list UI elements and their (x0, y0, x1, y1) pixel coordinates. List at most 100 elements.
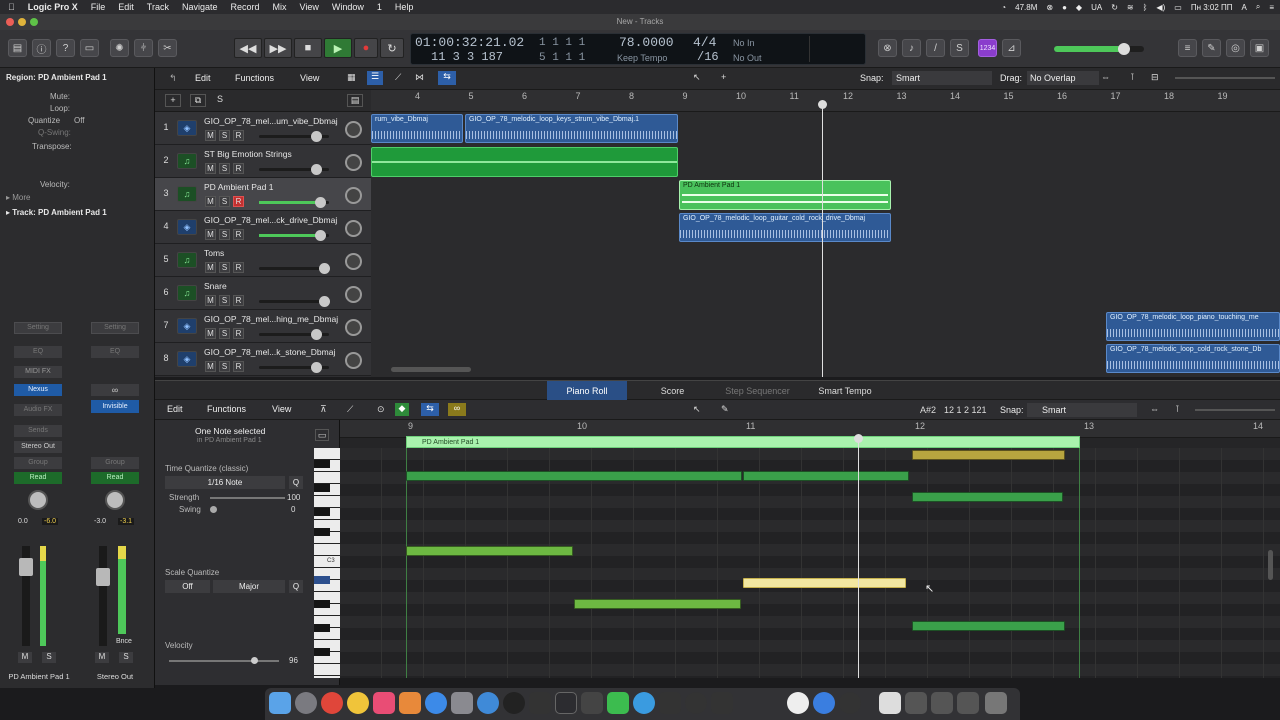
pr-snap-select[interactable]: Smart (1027, 403, 1137, 417)
inspector-icon[interactable]: ⓘ (32, 39, 51, 57)
window-thumb-2-icon[interactable] (957, 692, 979, 714)
ch1-output-button[interactable]: Stereo Out (14, 441, 62, 453)
ch1-group-button[interactable]: Group (14, 457, 62, 469)
ilok-icon[interactable] (581, 692, 603, 714)
track-row[interactable]: 7 ◈ GIO_OP_78_mel...hing_me_Dbmaj M S R (155, 310, 371, 343)
pr-automation-icon[interactable]: ⟋ (347, 404, 353, 415)
midi-note[interactable] (406, 471, 742, 481)
clock-label[interactable]: Пн 3:02 ПП (1191, 3, 1233, 12)
arrange-area[interactable]: 4 5 6 7 8 9 10 11 12 13 14 15 16 17 18 19 rum_vibe_Dbma… (371, 90, 1280, 377)
trash-icon[interactable] (985, 692, 1007, 714)
pr-vertical-zoom-icon[interactable]: ⊺ (1175, 404, 1180, 415)
track-pan-knob[interactable] (345, 253, 362, 270)
track-name[interactable]: Toms (204, 248, 224, 258)
track-solo-button[interactable]: S (219, 163, 230, 174)
ch1-setting-button[interactable]: Setting (14, 322, 62, 334)
track-volume-slider[interactable] (259, 296, 330, 307)
track-name[interactable]: PD Ambient Pad 1 (204, 182, 273, 192)
pointer-tool-icon[interactable]: ↖ (693, 72, 701, 83)
track-record-button[interactable]: R (233, 229, 244, 240)
piano-keyboard[interactable]: C3 (314, 448, 340, 678)
track-volume-slider[interactable] (259, 131, 329, 142)
add-track-button[interactable]: + (165, 94, 181, 107)
track-solo-button[interactable]: S (219, 262, 230, 273)
ch1-solo-button[interactable]: S (42, 652, 56, 663)
chrome-icon[interactable] (321, 692, 343, 714)
pr-link-icon[interactable]: ∞ (448, 403, 466, 416)
track-row[interactable]: 3 ♫ PD Ambient Pad 1 MSR (155, 178, 371, 211)
track-row[interactable]: 8 ◈ GIO_OP_78_mel...k_stone_Dbmaj M S R (155, 343, 371, 376)
track-volume-slider[interactable] (259, 230, 329, 241)
pr-zoom-slider[interactable] (1195, 409, 1275, 411)
tab-piano-roll[interactable]: Piano Roll (547, 381, 627, 401)
track-name[interactable]: GIO_OP_78_mel...um_vibe_Dbmaj (204, 116, 338, 126)
ch2-solo-button[interactable]: S (119, 652, 133, 663)
master-volume-slider[interactable] (1054, 43, 1144, 55)
pr-region-header[interactable]: PD Ambient Pad 1 (406, 436, 1080, 448)
region-track8[interactable]: GIO_OP_78_melodic_loop_cold_rock_stone_D… (1106, 344, 1280, 373)
region-track4[interactable]: GIO_OP_78_melodic_loop_guitar_cold_rock_… (679, 213, 891, 242)
arrange-playhead[interactable] (822, 102, 823, 377)
search-icon[interactable]: ⌕ (1256, 2, 1260, 12)
ableton-icon[interactable] (711, 692, 733, 714)
track-pan-knob[interactable] (345, 352, 362, 369)
track-name[interactable]: GIO_OP_78_mel...ck_drive_Dbmaj (204, 215, 337, 225)
track-record-button[interactable]: R (233, 130, 244, 141)
pr-playhead-handle[interactable] (854, 434, 863, 443)
track-mute-button[interactable]: M (205, 130, 216, 141)
telegram-icon[interactable] (633, 692, 655, 714)
track-row[interactable]: 4 ◈ GIO_OP_78_mel...ck_drive_Dbmaj M S R (155, 211, 371, 244)
automation-icon[interactable]: ⟋ (395, 72, 401, 83)
scale-quantize-scale[interactable]: Major (213, 580, 285, 593)
midi-track-icon[interactable]: ♫ (177, 153, 197, 169)
piano-black-key[interactable] (314, 624, 330, 632)
more-label[interactable]: ▸ More (6, 193, 30, 202)
ch1-instrument-slot[interactable]: Nexus (14, 384, 62, 396)
menu-app[interactable]: Logic Pro X (28, 2, 78, 12)
track-record-button[interactable]: R (233, 196, 244, 207)
ch1-eq-button[interactable]: EQ (14, 346, 62, 358)
waveform-zoom-icon[interactable]: ⇔ (1101, 72, 1110, 82)
window-thumb-icon[interactable] (931, 692, 953, 714)
playhead-handle[interactable] (818, 100, 827, 109)
menu-navigate[interactable]: Navigate (182, 2, 218, 12)
ch2-bounce-button[interactable]: Bnce (116, 638, 132, 645)
piano-black-key[interactable] (314, 600, 330, 608)
rewind-button[interactable]: ◀◀ (234, 38, 262, 58)
ch2-group-button[interactable]: Group (91, 457, 139, 469)
volume-icon[interactable]: ◀) (1156, 3, 1165, 12)
strength-slider[interactable] (210, 497, 285, 499)
pr-pointer-tool-icon[interactable]: ↖ (693, 404, 701, 415)
midi-note-selected[interactable] (743, 578, 906, 588)
flex-icon[interactable]: ⋈ (415, 72, 424, 83)
track-name[interactable]: GIO_OP_78_mel...k_stone_Dbmaj (204, 347, 335, 357)
midi-note[interactable] (912, 621, 1065, 631)
region-header[interactable]: Region: PD Ambient Pad 1 (6, 73, 107, 82)
track-mute-button[interactable]: M (205, 328, 216, 339)
metronome-icon[interactable]: ⊿ (1002, 39, 1021, 57)
midi-note[interactable] (406, 546, 573, 556)
zoom-slider[interactable] (1175, 77, 1275, 79)
track-row[interactable]: 1 ◈ GIO_OP_78_mel...um_vibe_Dbmaj M S R (155, 112, 371, 145)
list-view-icon[interactable]: ☰ (367, 71, 383, 85)
ch1-pan-knob[interactable] (28, 490, 48, 510)
ch2-mute-button[interactable]: M (95, 652, 109, 663)
track-mute-button[interactable]: M (205, 196, 216, 207)
ch1-audiofx-button[interactable]: Audio FX (14, 404, 62, 416)
close-icon[interactable] (6, 18, 14, 26)
ch1-mute-button[interactable]: M (18, 652, 32, 663)
logic-icon[interactable] (503, 692, 525, 714)
system-preferences-icon[interactable] (451, 692, 473, 714)
help-icon[interactable]: ? (56, 39, 75, 57)
pr-inspector-toggle-icon[interactable]: ▭ (315, 429, 329, 441)
ch2-fader-cap[interactable] (96, 568, 110, 586)
pr-horizontal-zoom-icon[interactable]: ⇔ (1150, 404, 1159, 414)
ch1-midifx-button[interactable]: MIDI FX (14, 366, 62, 378)
swing-value[interactable]: 0 (291, 505, 295, 514)
language-label[interactable]: UA (1091, 3, 1102, 12)
pr-pencil-tool-icon[interactable]: ✎ (721, 404, 729, 415)
scale-quantize-root[interactable]: Off (165, 580, 210, 593)
region-track1-b[interactable]: GIO_OP_78_melodic_loop_keys_strum_vibe_D… (465, 114, 678, 143)
audio-track-icon[interactable]: ◈ (177, 351, 197, 367)
audio-track-icon[interactable]: ◈ (177, 120, 197, 136)
